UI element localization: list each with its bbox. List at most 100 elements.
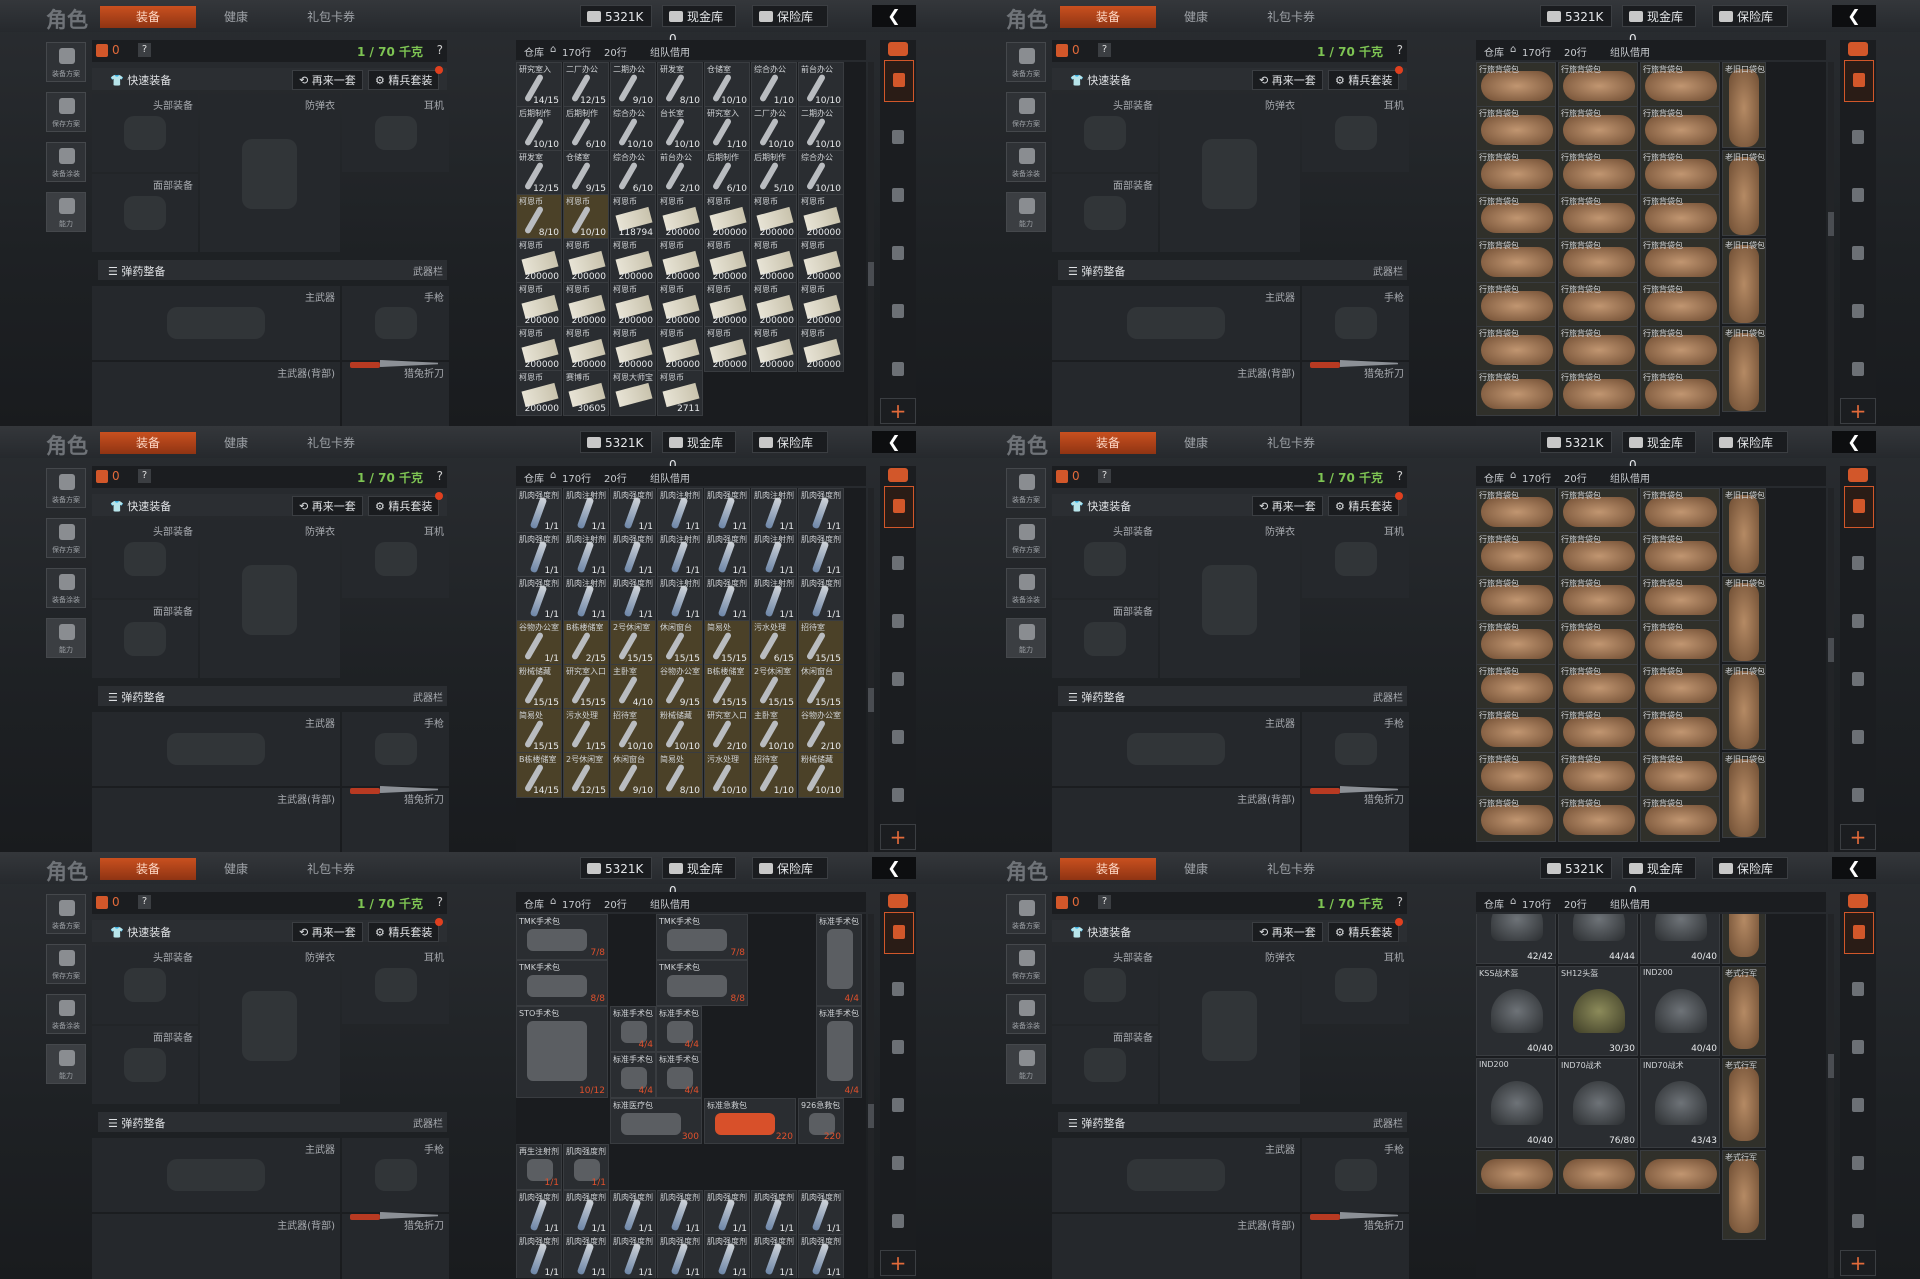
capacity-help-icon[interactable]: ? <box>1397 43 1403 57</box>
sidebar-button-3[interactable]: 能力 <box>46 192 86 232</box>
sort-icon[interactable] <box>888 468 908 482</box>
storage-item[interactable]: 综合办公 10/10 <box>798 150 844 196</box>
sidebar-button-0[interactable]: 装备方案 <box>1006 894 1046 934</box>
storage-item[interactable]: 粉械储藏 10/10 <box>657 708 703 754</box>
category-hand[interactable] <box>1844 776 1872 816</box>
storage-item[interactable]: 行旅背袋包 <box>1640 326 1720 372</box>
capacity-help-icon[interactable]: ? <box>437 895 443 909</box>
storage-item[interactable]: 柯恩币 10/10 <box>563 194 609 240</box>
storage-item[interactable]: 行旅背袋包 <box>1476 708 1556 754</box>
storage-item[interactable]: 柯恩币 200000 <box>751 282 797 328</box>
storage-item[interactable]: 肌肉注射剂 1/1 <box>563 532 609 578</box>
sidebar-button-1[interactable]: 保存方案 <box>1006 944 1046 984</box>
tab-2[interactable]: 礼包卡券 <box>1248 432 1334 454</box>
storage-item[interactable]: 研究室入 1/10 <box>704 106 750 152</box>
storage-item[interactable]: 行旅背袋包 <box>1640 106 1720 152</box>
pistol-slot[interactable]: 手枪 <box>1302 286 1409 360</box>
storage-item[interactable]: 柯恩币 200000 <box>798 282 844 328</box>
tab-1[interactable]: 健康 <box>206 6 266 28</box>
storage-item[interactable]: 柯恩币 200000 <box>516 326 562 372</box>
storage-item[interactable]: 行旅背袋包 <box>1558 664 1638 710</box>
storage-item[interactable]: 柯恩币 200000 <box>563 282 609 328</box>
storage-item[interactable]: 研究室入口 2/10 <box>704 708 750 754</box>
storage-item[interactable]: 行旅背袋包 <box>1558 194 1638 240</box>
storage-item[interactable]: 2号休闲室 15/15 <box>751 664 797 710</box>
team-borrow-tab[interactable]: 组队借用 <box>650 896 690 911</box>
storage-item[interactable]: 简易处 8/10 <box>657 752 703 798</box>
storage-item[interactable]: 柯恩币 200000 <box>798 238 844 284</box>
back-button[interactable]: ❮ <box>872 431 916 453</box>
storage-item[interactable]: 行旅背袋包 <box>1558 620 1638 666</box>
storage-item[interactable]: 行旅背袋包 <box>1558 752 1638 798</box>
category-key[interactable] <box>1844 1144 1872 1184</box>
back-weapon-slot[interactable]: 主武器(背部) <box>1052 362 1300 426</box>
storage-item[interactable]: 柯恩币 200000 <box>563 238 609 284</box>
head-slot[interactable]: 头部装备 <box>1052 946 1158 1024</box>
add-button[interactable]: + <box>880 1250 916 1276</box>
elite-set-button[interactable]: ⚙ 精兵套装 <box>368 922 440 942</box>
tab-0[interactable]: 装备 <box>100 6 196 28</box>
back-button[interactable]: ❮ <box>872 857 916 879</box>
storage-item[interactable]: 肌肉强度剂 1/1 <box>516 1234 562 1278</box>
again-button[interactable]: ⟲ 再来一套 <box>292 70 363 90</box>
storage-item[interactable]: 926急救包 220 <box>798 1098 844 1144</box>
knife-slot[interactable]: 猎兔折刀 <box>342 788 449 852</box>
storage-item[interactable]: 行旅背袋包 <box>1558 150 1638 196</box>
primary-weapon-slot[interactable]: 主武器 <box>92 286 340 360</box>
storage-item[interactable]: 行旅背袋包 <box>1640 796 1720 842</box>
storage-item[interactable]: 行旅背袋包 <box>1476 796 1556 842</box>
category-armor[interactable] <box>884 118 912 158</box>
storage-item[interactable]: 综合办公 10/10 <box>610 106 656 152</box>
elite-set-button[interactable]: ⚙ 精兵套装 <box>368 70 440 90</box>
category-bag[interactable] <box>884 486 914 528</box>
back-weapon-slot[interactable]: 主武器(背部) <box>92 362 340 426</box>
storage-item[interactable]: 行旅背袋包 <box>1558 576 1638 622</box>
category-rifle[interactable] <box>884 1028 912 1068</box>
storage-item[interactable]: 柯恩币 200000 <box>610 238 656 284</box>
tab-0[interactable]: 装备 <box>100 432 196 454</box>
quick-equip-button[interactable]: 👕 快速装备 <box>110 498 171 514</box>
safe-vault-button[interactable]: 保险库 <box>752 5 828 27</box>
storage-item[interactable]: 行旅背袋包 <box>1476 106 1556 152</box>
storage-item[interactable]: 柯恩大师宝 <box>610 370 656 416</box>
storage-item[interactable]: 肌肉强度剂 1/1 <box>657 1234 703 1278</box>
safe-vault-button[interactable]: 保险库 <box>1712 857 1788 879</box>
storage-item[interactable]: 柯恩币 118794 <box>610 194 656 240</box>
elite-set-button[interactable]: ⚙ 精兵套装 <box>1328 496 1400 516</box>
knife-slot[interactable]: 猎兔折刀 <box>1302 788 1409 852</box>
pistol-slot[interactable]: 手枪 <box>1302 712 1409 786</box>
storage-item[interactable]: 行旅背袋包 <box>1640 150 1720 196</box>
storage-item[interactable]: 柯恩币 200000 <box>657 282 703 328</box>
storage-item[interactable]: 谷物办公室 1/1 <box>516 620 562 666</box>
storage-item[interactable]: TMK手术包 7/8 <box>656 914 748 960</box>
storage-scrollbar[interactable] <box>868 914 874 1278</box>
storage-item[interactable]: 研究室入 14/15 <box>516 62 562 108</box>
category-bag[interactable] <box>1844 912 1874 954</box>
storage-item[interactable]: 肌肉强度剂 1/1 <box>751 1234 797 1278</box>
storage-item[interactable]: 柯恩币 200000 <box>704 282 750 328</box>
back-button[interactable]: ❮ <box>1832 5 1876 27</box>
storage-item[interactable]: 肌肉强度剂 1/1 <box>516 532 562 578</box>
storage-item[interactable]: 肌肉强度剂 1/1 <box>610 488 656 534</box>
storage-item[interactable]: 柯恩币 8/10 <box>516 194 562 240</box>
storage-item[interactable]: TMK手术包 7/8 <box>516 914 608 960</box>
storage-item[interactable]: 研究室入口 15/15 <box>563 664 609 710</box>
category-armor[interactable] <box>1844 118 1872 158</box>
storage-item[interactable]: 行旅背袋包 <box>1558 708 1638 754</box>
scroll-thumb[interactable] <box>1828 1054 1834 1078</box>
storage-item[interactable]: 柯恩币 200000 <box>657 194 703 240</box>
safe-vault-button[interactable]: 保险库 <box>752 857 828 879</box>
sidebar-button-2[interactable]: 装备涂装 <box>1006 142 1046 182</box>
storage-item[interactable]: 标准手术包 4/4 <box>656 1052 702 1098</box>
bag-item[interactable] <box>1558 1150 1638 1194</box>
storage-item[interactable]: 主卧室 4/10 <box>610 664 656 710</box>
quick-equip-button[interactable]: 👕 快速装备 <box>1070 72 1131 88</box>
storage-item[interactable]: STO手术包 10/12 <box>516 1006 608 1098</box>
storage-item[interactable]: 谷物办公室 9/15 <box>657 664 703 710</box>
face-slot[interactable]: 面部装备 <box>1052 1026 1158 1104</box>
back-button[interactable]: ❮ <box>1832 431 1876 453</box>
sidebar-button-1[interactable]: 保存方案 <box>46 944 86 984</box>
earpiece-slot[interactable]: 耳机 <box>1302 94 1409 172</box>
helmet-item[interactable]: IND70战术 43/43 <box>1640 1058 1720 1148</box>
storage-item[interactable]: 肌肉强度剂 1/1 <box>704 576 750 622</box>
